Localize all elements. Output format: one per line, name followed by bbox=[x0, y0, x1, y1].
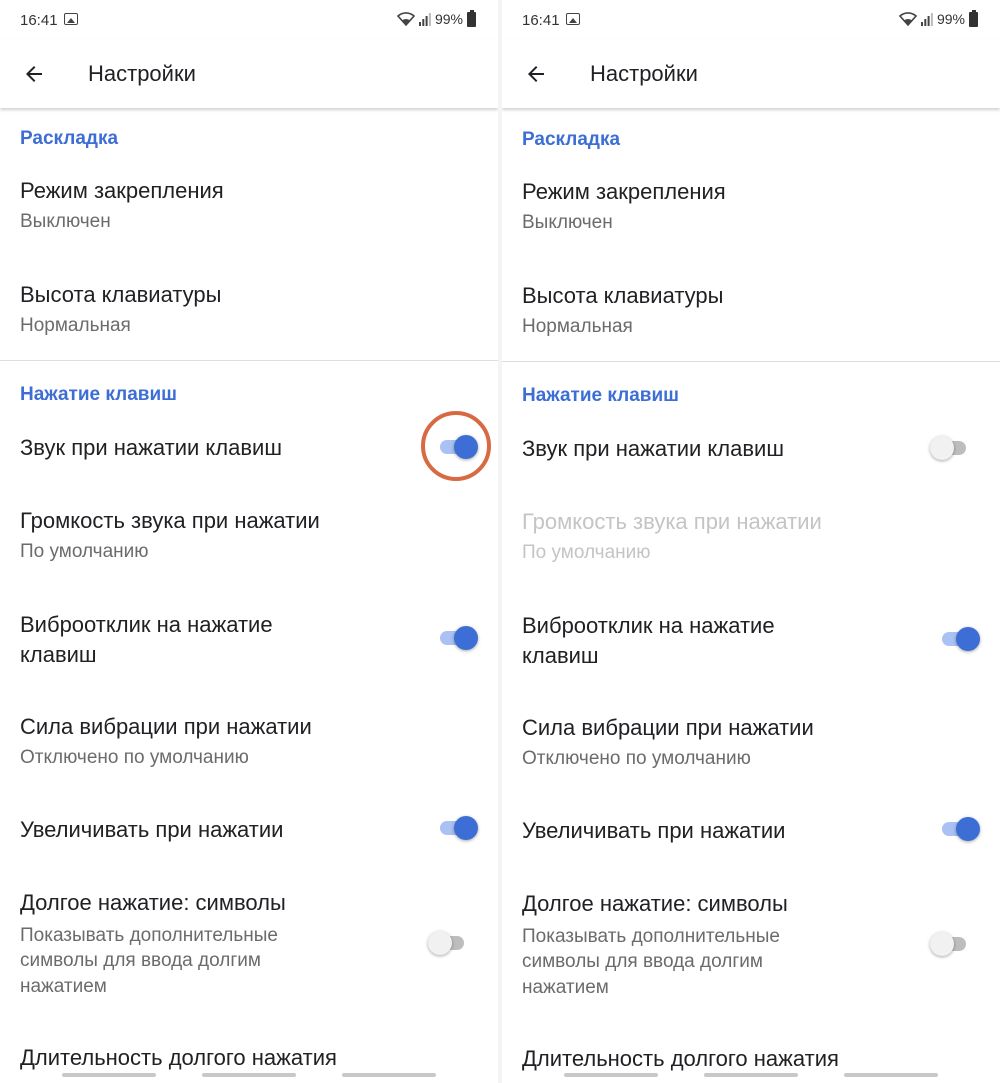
pref-title-line2: клавиш bbox=[522, 643, 599, 668]
key-sound-toggle[interactable] bbox=[930, 435, 972, 461]
nav-pill bbox=[704, 1073, 798, 1077]
back-button[interactable] bbox=[14, 56, 54, 92]
pref-title: Долгое нажатие: символы bbox=[20, 890, 286, 915]
screenshots-comparison: 16:41 99% Настройки Раскладка Режим закр… bbox=[0, 0, 1000, 1083]
pref-summary: Выключен bbox=[522, 212, 613, 233]
pref-summary: Отключено по умолчанию bbox=[20, 747, 249, 768]
popup-toggle[interactable] bbox=[438, 815, 480, 841]
battery-percent: 99% bbox=[434, 11, 463, 27]
vibration-toggle[interactable] bbox=[438, 625, 480, 651]
pref-title: Увеличивать при нажатии bbox=[522, 818, 786, 843]
pref-title-line1: Виброотклик на нажатие bbox=[20, 612, 273, 637]
arrow-back-icon bbox=[528, 66, 544, 82]
pref-summary: Нормальная bbox=[522, 316, 633, 337]
section-header-keypress: Нажатие клавиш bbox=[20, 384, 177, 405]
highlight-circle bbox=[421, 411, 491, 481]
pref-title: Режим закрепления bbox=[20, 178, 224, 203]
pref-title: Звук при нажатии клавиш bbox=[522, 436, 784, 461]
pref-title: Громкость звука при нажатии bbox=[20, 508, 320, 533]
signal-icon bbox=[418, 12, 431, 26]
pref-summary: По умолчанию bbox=[20, 541, 149, 562]
pref-title: Долгое нажатие: символы bbox=[522, 891, 788, 916]
pref-title: Высота клавиатуры bbox=[522, 283, 724, 308]
pref-summary: Отключено по умолчанию bbox=[522, 748, 751, 769]
wifi-icon bbox=[396, 12, 415, 26]
screen-before: 16:41 99% Настройки Раскладка Режим закр… bbox=[0, 0, 498, 1083]
nav-bar bbox=[502, 1069, 1000, 1083]
vibration-toggle[interactable] bbox=[940, 626, 982, 652]
status-bar: 16:41 99% bbox=[0, 0, 498, 40]
section-header-keypress: Нажатие клавиш bbox=[522, 385, 679, 406]
wifi-icon bbox=[898, 12, 917, 26]
nav-pill bbox=[342, 1073, 436, 1077]
pref-title: Сила вибрации при нажатии bbox=[20, 714, 312, 739]
pref-summary-line3: нажатием bbox=[522, 977, 609, 998]
pref-title: Громкость звука при нажатии bbox=[522, 509, 822, 534]
pref-summary-line2: символы для ввода долгим bbox=[522, 951, 763, 972]
pref-summary-line1: Показывать дополнительные bbox=[522, 926, 780, 947]
battery-percent: 99% bbox=[936, 11, 965, 27]
nav-pill bbox=[62, 1073, 156, 1077]
status-time: 16:41 bbox=[20, 12, 58, 29]
long-press-toggle[interactable] bbox=[428, 930, 470, 956]
divider bbox=[502, 361, 1000, 362]
section-header-layout: Раскладка bbox=[20, 128, 119, 149]
arrow-back-icon bbox=[26, 66, 42, 82]
status-time: 16:41 bbox=[522, 12, 560, 29]
signal-icon bbox=[920, 12, 933, 26]
pref-summary: Выключен bbox=[20, 211, 111, 232]
pref-title-line2: клавиш bbox=[20, 642, 97, 667]
page-title: Настройки bbox=[88, 61, 196, 86]
nav-pill bbox=[844, 1073, 938, 1077]
battery-icon bbox=[467, 9, 476, 27]
status-indicators: 99% bbox=[396, 9, 476, 27]
nav-bar bbox=[0, 1069, 498, 1083]
long-press-toggle[interactable] bbox=[930, 931, 972, 957]
page-title: Настройки bbox=[590, 61, 698, 86]
pref-title: Увеличивать при нажатии bbox=[20, 817, 284, 842]
pref-title: Сила вибрации при нажатии bbox=[522, 715, 814, 740]
app-bar: Настройки bbox=[0, 40, 498, 108]
screen-after: 16:41 99% Настройки Раскладка Режим закр… bbox=[502, 0, 1000, 1083]
popup-toggle[interactable] bbox=[940, 816, 982, 842]
pref-summary: Нормальная bbox=[20, 315, 131, 336]
back-button[interactable] bbox=[516, 56, 556, 92]
pref-title-line1: Виброотклик на нажатие bbox=[522, 613, 775, 638]
divider bbox=[0, 360, 498, 361]
status-bar: 16:41 99% bbox=[502, 0, 1000, 40]
image-icon bbox=[64, 13, 78, 25]
battery-icon bbox=[969, 9, 978, 27]
section-header-layout: Раскладка bbox=[522, 129, 621, 150]
status-indicators: 99% bbox=[898, 9, 978, 27]
pref-summary-line3: нажатием bbox=[20, 976, 107, 997]
nav-pill bbox=[564, 1073, 658, 1077]
pref-summary-line1: Показывать дополнительные bbox=[20, 925, 278, 946]
pref-summary-line2: символы для ввода долгим bbox=[20, 950, 261, 971]
pref-title: Звук при нажатии клавиш bbox=[20, 435, 282, 460]
nav-pill bbox=[202, 1073, 296, 1077]
pref-title: Высота клавиатуры bbox=[20, 282, 222, 307]
app-bar: Настройки bbox=[502, 40, 1000, 108]
pref-summary: По умолчанию bbox=[522, 542, 651, 563]
image-icon bbox=[566, 13, 580, 25]
pref-title: Режим закрепления bbox=[522, 179, 726, 204]
